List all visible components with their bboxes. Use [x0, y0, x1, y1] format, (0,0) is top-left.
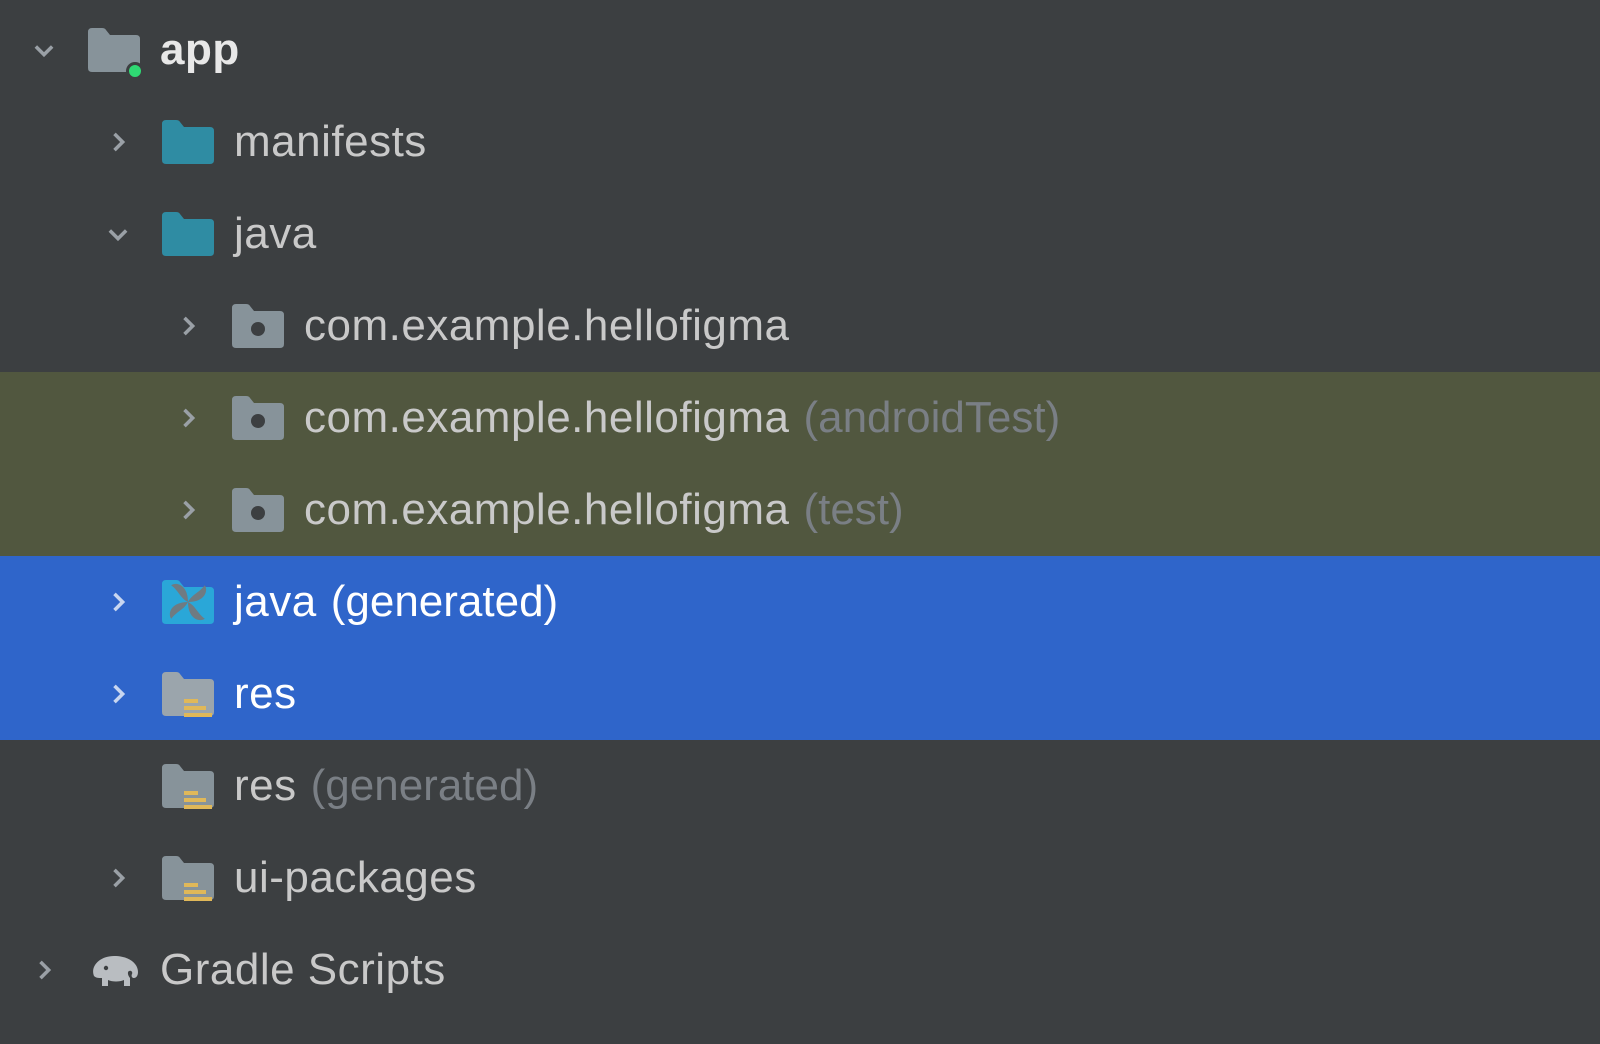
tree-item-suffix: (androidTest)	[803, 393, 1060, 443]
tree-item-label: com.example.hellofigma	[304, 485, 789, 535]
tree-item-label: app	[160, 25, 240, 75]
chevron-right-icon	[170, 404, 206, 432]
resources-folder-icon	[160, 666, 216, 722]
tree-item-res[interactable]: res	[0, 648, 1600, 740]
package-folder-icon	[230, 482, 286, 538]
resources-folder-icon	[160, 758, 216, 814]
module-folder-icon	[86, 22, 142, 78]
tree-item-label: java	[234, 209, 317, 259]
generated-folder-icon	[160, 574, 216, 630]
gradle-elephant-icon	[86, 942, 142, 998]
tree-item-package-test[interactable]: com.example.hellofigma (test)	[0, 464, 1600, 556]
folder-icon	[160, 206, 216, 262]
package-folder-icon	[230, 298, 286, 354]
tree-item-label: manifests	[234, 117, 427, 167]
package-folder-icon	[230, 390, 286, 446]
tree-item-label: res	[234, 761, 297, 811]
chevron-right-icon	[26, 956, 62, 984]
tree-item-label: java	[234, 577, 317, 627]
chevron-right-icon	[170, 312, 206, 340]
chevron-right-icon	[100, 864, 136, 892]
tree-item-label: res	[234, 669, 297, 719]
tree-item-res-generated[interactable]: res (generated)	[0, 740, 1600, 832]
tree-item-label: Gradle Scripts	[160, 945, 446, 995]
chevron-right-icon	[170, 496, 206, 524]
tree-item-package-main[interactable]: com.example.hellofigma	[0, 280, 1600, 372]
project-tree[interactable]: app manifests java com.example.hellofigm…	[0, 0, 1600, 1016]
tree-item-suffix: (test)	[803, 485, 903, 535]
tree-item-java[interactable]: java	[0, 188, 1600, 280]
tree-item-gradle-scripts[interactable]: Gradle Scripts	[0, 924, 1600, 1016]
tree-item-java-generated[interactable]: java (generated)	[0, 556, 1600, 648]
chevron-right-icon	[100, 680, 136, 708]
tree-item-app[interactable]: app	[0, 4, 1600, 96]
tree-item-ui-packages[interactable]: ui-packages	[0, 832, 1600, 924]
tree-item-suffix: (generated)	[331, 577, 558, 627]
chevron-down-icon	[26, 36, 62, 64]
tree-item-suffix: (generated)	[311, 761, 538, 811]
folder-icon	[160, 114, 216, 170]
chevron-down-icon	[100, 220, 136, 248]
tree-item-label: com.example.hellofigma	[304, 301, 789, 351]
resources-folder-icon	[160, 850, 216, 906]
chevron-right-icon	[100, 588, 136, 616]
tree-item-label: ui-packages	[234, 853, 477, 903]
tree-item-package-androidtest[interactable]: com.example.hellofigma (androidTest)	[0, 372, 1600, 464]
pinwheel-icon	[160, 574, 216, 630]
tree-item-manifests[interactable]: manifests	[0, 96, 1600, 188]
chevron-right-icon	[100, 128, 136, 156]
tree-item-label: com.example.hellofigma	[304, 393, 789, 443]
